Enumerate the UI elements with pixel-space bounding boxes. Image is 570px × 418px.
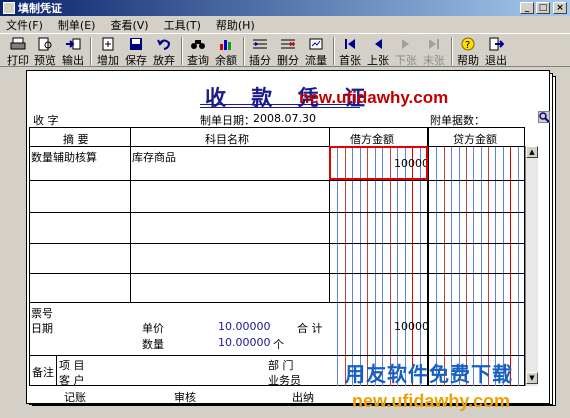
scroll-down-icon[interactable]: ▼ xyxy=(526,372,538,384)
total-debit: 10000 xyxy=(394,320,429,333)
exit-icon xyxy=(488,37,505,51)
credit-digit-lines xyxy=(436,147,519,386)
prev-icon xyxy=(370,37,386,51)
remark-divider xyxy=(56,355,57,386)
vertical-scrollbar[interactable]: ▲ ▼ xyxy=(525,146,538,386)
preview-button[interactable]: 预览 xyxy=(32,36,58,67)
discard-button[interactable]: 放弃 xyxy=(151,36,177,67)
unit-price-label: 单价 xyxy=(142,322,164,335)
cashier-label: 出纳 xyxy=(292,391,314,404)
dept-label: 部 门 xyxy=(268,359,294,372)
next-voucher-button[interactable]: 下张 xyxy=(393,36,419,67)
exit-button[interactable]: 退出 xyxy=(483,36,509,67)
qty-value: 10.00000 xyxy=(218,336,271,349)
header-summary: 摘 要 xyxy=(63,133,89,146)
attach-label: 附单据数： xyxy=(430,114,485,127)
post-label: 记账 xyxy=(64,391,86,404)
row-divider xyxy=(29,302,525,303)
prev-voucher-button[interactable]: 上张 xyxy=(365,36,391,67)
maximize-button[interactable]: □ xyxy=(536,2,550,14)
header-credit: 贷方金额 xyxy=(453,133,497,146)
menu-view[interactable]: 查看(V) xyxy=(104,17,157,33)
next-icon xyxy=(398,37,414,51)
menu-bar: 文件(F) 制单(E) 查看(V) 工具(T) 帮助(H) xyxy=(0,16,570,33)
watermark-url-bottom: new.ufidawhy.com xyxy=(352,391,511,411)
printer-icon xyxy=(10,37,26,51)
header-account: 科目名称 xyxy=(205,133,249,146)
header-debit: 借方金额 xyxy=(350,133,394,146)
audit-label: 审核 xyxy=(174,391,196,404)
col-divider xyxy=(130,127,131,302)
title-bar: 填制凭证 _ □ × xyxy=(0,0,570,16)
magnify-icon[interactable] xyxy=(538,111,550,123)
last-voucher-button[interactable]: 末张 xyxy=(421,36,447,67)
toolbar-separator xyxy=(333,37,335,65)
delete-entry-button[interactable]: 删分 xyxy=(275,36,301,67)
footer-date-label: 日期 xyxy=(31,322,53,335)
toolbar-separator xyxy=(90,37,92,65)
voucher-type[interactable]: 收 字 xyxy=(33,112,59,128)
export-icon xyxy=(65,37,81,51)
first-icon xyxy=(342,37,358,51)
highlight-box xyxy=(329,146,428,180)
qty-label: 数量 xyxy=(142,338,164,351)
menu-edit[interactable]: 制单(E) xyxy=(52,17,105,33)
menu-file[interactable]: 文件(F) xyxy=(0,17,52,33)
qty-unit: 个 xyxy=(273,338,284,351)
menu-tools[interactable]: 工具(T) xyxy=(158,17,210,33)
row-divider xyxy=(29,243,525,244)
last-icon xyxy=(426,37,442,51)
cashflow-icon xyxy=(308,37,324,51)
export-button[interactable]: 输出 xyxy=(60,36,86,67)
app-icon xyxy=(3,2,15,14)
row-1-summary[interactable]: 数量辅助核算 xyxy=(31,149,97,165)
staff-label: 业务员 xyxy=(268,374,301,387)
toolbar-separator xyxy=(243,37,245,65)
debit-digit-lines xyxy=(337,147,421,386)
undo-icon xyxy=(156,37,172,51)
add-button[interactable]: 增加 xyxy=(95,36,121,67)
remark-label: 备注 xyxy=(32,366,54,379)
voucher-date[interactable]: 2008.07.30 xyxy=(253,112,316,125)
project-label: 项 目 xyxy=(59,359,85,372)
row-divider xyxy=(29,212,525,213)
watermark-brand: 用友软件免费下载 xyxy=(345,362,513,386)
window-title: 填制凭证 xyxy=(18,2,62,15)
svg-text:?: ? xyxy=(465,40,470,51)
delete-row-icon xyxy=(280,37,296,51)
first-voucher-button[interactable]: 首张 xyxy=(337,36,363,67)
toolbar-separator xyxy=(181,37,183,65)
row-1-account[interactable]: 库存商品 xyxy=(132,149,176,165)
balance-button[interactable]: 余额 xyxy=(213,36,239,67)
row-divider xyxy=(29,355,525,356)
save-button[interactable]: 保存 xyxy=(123,36,149,67)
watermark-url: new.ufidawhy.com xyxy=(299,88,449,107)
insert-entry-button[interactable]: 插分 xyxy=(247,36,273,67)
help-icon: ? xyxy=(460,37,476,51)
ticket-label: 票号 xyxy=(31,307,53,320)
customer-label: 客 户 xyxy=(59,374,85,387)
balance-icon xyxy=(218,37,234,51)
save-icon xyxy=(128,37,144,51)
row-divider xyxy=(29,180,525,181)
unit-price-value: 10.00000 xyxy=(218,320,271,333)
total-label: 合 计 xyxy=(297,322,323,335)
cashflow-button[interactable]: 流量 xyxy=(303,36,329,67)
help-button[interactable]: ? 帮助 xyxy=(455,36,481,67)
close-button[interactable]: × xyxy=(553,2,567,14)
toolbar-separator xyxy=(451,37,453,65)
menu-help[interactable]: 帮助(H) xyxy=(210,17,264,33)
scroll-up-icon[interactable]: ▲ xyxy=(526,146,538,158)
binoculars-icon xyxy=(190,37,206,51)
insert-row-icon xyxy=(252,37,268,51)
date-label: 制单日期： xyxy=(200,114,255,127)
print-button[interactable]: 打印 xyxy=(5,36,31,67)
query-button[interactable]: 查询 xyxy=(185,36,211,67)
toolbar: 打印 预览 输出 增加 保存 放弃 查询 余额 插分 删分 流量 首张 上张 下… xyxy=(0,33,570,67)
minimize-button[interactable]: _ xyxy=(520,2,534,14)
preview-icon xyxy=(37,37,53,51)
add-icon xyxy=(100,37,116,51)
row-divider xyxy=(29,273,525,274)
